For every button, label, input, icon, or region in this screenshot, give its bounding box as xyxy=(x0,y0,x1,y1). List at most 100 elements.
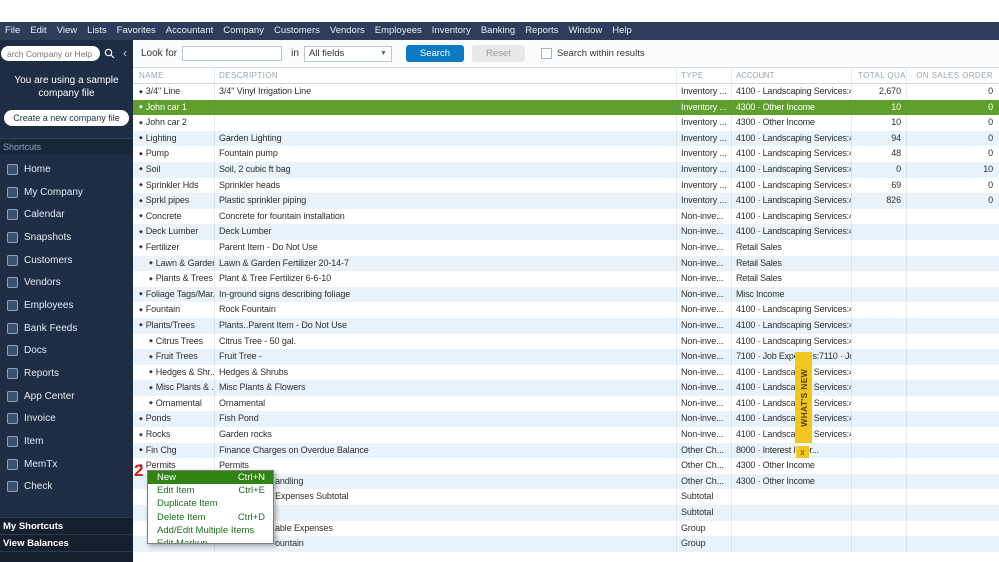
menu-help[interactable]: Help xyxy=(607,22,637,40)
item-type: Inventory ... xyxy=(677,177,732,194)
table-row[interactable]: ◆ Ornamental Ornamental Non-inve... 4100 · L… xyxy=(133,395,999,412)
reset-button[interactable]: Reset xyxy=(471,45,525,62)
sidebar-item-docs[interactable]: Docs xyxy=(0,340,133,363)
menu-vendors[interactable]: Vendors xyxy=(325,22,370,40)
create-company-button[interactable]: Create a new company file xyxy=(4,110,129,126)
table-row[interactable]: ◆ Foliage Tags/Mar... In-ground signs desc… xyxy=(133,286,999,303)
table-row[interactable]: ◆ Misc Plants & ... Misc Plants & Flowers N… xyxy=(133,380,999,396)
table-row[interactable]: ◆ Lighting Garden Lighting Inventory ... 410… xyxy=(133,130,999,147)
menu-favorites[interactable]: Favorites xyxy=(112,22,161,40)
company-help-search-input[interactable] xyxy=(1,46,100,61)
context-menu-item-duplicate-item[interactable]: Duplicate Item xyxy=(148,497,273,510)
sidebar-item-label: Calendar xyxy=(24,209,65,221)
table-row[interactable]: ◆ Fountain Rock Fountain Non-inve... 4100 · … xyxy=(133,302,999,318)
table-row[interactable]: ◆ Fertilizer Parent Item - Do Not Use Non-i… xyxy=(133,239,999,256)
table-row[interactable]: ◆ John car 2 Inventory ... 4300 · Other Inc… xyxy=(133,115,999,131)
sidebar-item-bank-feeds[interactable]: Bank Feeds xyxy=(0,317,133,340)
column-header-total-qua[interactable]: TOTAL QUA... xyxy=(852,68,907,83)
column-header-on-sales-order[interactable]: ON SALES ORDER xyxy=(907,68,999,83)
sidebar-item-snapshots[interactable]: Snapshots xyxy=(0,226,133,249)
search-icon[interactable] xyxy=(100,46,118,62)
sidebar-item-app-center[interactable]: App Center xyxy=(0,385,133,408)
table-row[interactable]: ◆ 3/4" Line 3/4" Vinyl Irrigation Line Inve… xyxy=(133,84,999,100)
sidebar-item-check[interactable]: Check xyxy=(0,476,133,499)
table-row[interactable]: ◆ Sprinkler Hds Sprinkler heads Inventory .… xyxy=(133,177,999,194)
sidebar-item-invoice[interactable]: Invoice xyxy=(0,408,133,431)
item-total-quantity xyxy=(852,536,907,552)
search-button[interactable]: Search xyxy=(405,45,464,62)
sidebar-item-employees[interactable]: Employees xyxy=(0,294,133,317)
column-header-account[interactable]: ACCOUNT xyxy=(732,68,852,83)
sidebar: ‹ You are using a sample company file Cr… xyxy=(0,40,133,562)
table-row[interactable]: ◆ Plants & Trees Plant & Tree Fertilizer 6… xyxy=(133,271,999,287)
context-menu-item-delete-item[interactable]: Delete Item Ctrl+D xyxy=(148,511,273,524)
menu-inventory[interactable]: Inventory xyxy=(427,22,476,40)
item-type: Group xyxy=(677,536,732,552)
menu-view[interactable]: View xyxy=(52,22,82,40)
sidebar-item-memtx[interactable]: MemTx xyxy=(0,453,133,476)
item-name-text: 3/4" Line xyxy=(145,86,181,96)
item-type: Subtotal xyxy=(677,505,732,521)
table-row[interactable]: ◆ Citrus Trees Citrus Tree - 50 gal. Non-in… xyxy=(133,333,999,350)
item-diamond-icon: ◆ xyxy=(139,322,143,329)
column-header-type[interactable]: TYPE xyxy=(677,68,732,83)
column-header-description[interactable]: DESCRIPTION xyxy=(215,68,677,83)
table-row[interactable]: ◆ Ponds Fish Pond Non-inve... 4100 · Landsca… xyxy=(133,411,999,428)
sidebar-collapse-icon[interactable]: ‹ xyxy=(118,46,132,62)
item-name: ◆ Citrus Trees xyxy=(133,333,215,350)
sidebar-item-home[interactable]: Home xyxy=(0,158,133,181)
column-header-name[interactable]: NAME xyxy=(133,68,215,83)
menu-lists[interactable]: Lists xyxy=(82,22,112,40)
sidebar-item-reports[interactable]: Reports xyxy=(0,362,133,385)
whats-new-close-icon[interactable]: x xyxy=(796,446,809,458)
context-menu-item-new[interactable]: New Ctrl+N xyxy=(148,471,273,485)
table-row[interactable]: ◆ Sprkl pipes Plastic sprinkler piping Inve… xyxy=(133,193,999,209)
table-row[interactable]: ◆ John car 1 Inventory ... 4300 · Other Inc… xyxy=(133,99,999,116)
menu-edit[interactable]: Edit xyxy=(25,22,51,40)
context-menu-item-edit-item[interactable]: Edit Item Ctrl+E xyxy=(148,484,273,497)
menu-window[interactable]: Window xyxy=(563,22,607,40)
item-description: Fish Pond xyxy=(215,411,677,428)
invoice-icon xyxy=(7,413,18,425)
item-type: Group xyxy=(677,520,732,537)
item-on-sales-order xyxy=(907,224,999,240)
table-row[interactable]: ◆ Soil Soil, 2 cubic ft bag Inventory ... 41… xyxy=(133,161,999,178)
menu-customers[interactable]: Customers xyxy=(269,22,325,40)
item-name-text: Sprkl pipes xyxy=(145,195,190,206)
table-row[interactable]: ◆ Rocks Garden rocks Non-inve... 4100 · Land… xyxy=(133,427,999,443)
menu-reports[interactable]: Reports xyxy=(520,22,563,40)
sidebar-item-vendors[interactable]: Vendors xyxy=(0,271,133,294)
menu-file[interactable]: File xyxy=(0,22,25,40)
table-row[interactable]: ◆ Fruit Trees Fruit Tree - Non-inve... 7100 … xyxy=(133,349,999,365)
context-menu-item-edit-markup[interactable]: Edit Markup xyxy=(148,537,273,543)
field-select[interactable]: All fields ▼ xyxy=(303,45,392,62)
table-row[interactable]: ◆ Concrete Concrete for fountain installat… xyxy=(133,208,999,225)
sidebar-item-calendar[interactable]: Calendar xyxy=(0,203,133,226)
item-description: Soil, 2 cubic ft bag xyxy=(215,161,677,178)
table-row[interactable]: ◆ Deck Lumber Deck Lumber Non-inve... 4100 ·… xyxy=(133,224,999,240)
table-row[interactable]: ◆ Pump Fountain pump Inventory ... 4100 · La… xyxy=(133,146,999,162)
item-account: 7100 · Job Expenses:7110 · Job ... xyxy=(732,349,852,365)
sidebar-footer-my-shortcuts[interactable]: My Shortcuts xyxy=(0,517,133,534)
context-menu-item-add-edit-multiple-items[interactable]: Add/Edit Multiple Items xyxy=(148,524,273,537)
search-within-results-checkbox[interactable] xyxy=(540,48,552,59)
sidebar-item-item[interactable]: Item xyxy=(0,430,133,453)
item-on-sales-order: 0 xyxy=(988,132,993,143)
table-row[interactable]: ◆ Plants/Trees Plants..Parent Item - Do No… xyxy=(133,317,999,334)
look-for-input[interactable] xyxy=(182,46,283,61)
sidebar-item-my-company[interactable]: My Company xyxy=(0,181,133,204)
item-type: Non-inve... xyxy=(677,271,732,287)
table-row[interactable]: ◆ Lawn & Garden Lawn & Garden Fertilizer 2… xyxy=(133,255,999,272)
menu-employees[interactable]: Employees xyxy=(370,22,427,40)
sidebar-footer-view-balances[interactable]: View Balances xyxy=(0,534,133,551)
menu-banking[interactable]: Banking xyxy=(476,22,520,40)
sidebar-item-label: Vendors xyxy=(24,277,61,289)
sidebar-item-customers[interactable]: Customers xyxy=(0,249,133,272)
item-name: ◆ Lighting xyxy=(133,130,215,147)
whats-new-tab[interactable]: WHAT'S NEW xyxy=(795,352,812,443)
table-row[interactable]: ◆ Hedges & Shr... Hedges & Shrubs Non-inve.… xyxy=(133,364,999,381)
menu-accountant[interactable]: Accountant xyxy=(161,22,219,40)
table-row[interactable]: ◆ Fin Chg Finance Charges on Overdue Balan… xyxy=(133,442,999,459)
menu-company[interactable]: Company xyxy=(218,22,269,40)
item-name: ◆ Foliage Tags/Mar... xyxy=(133,286,215,303)
